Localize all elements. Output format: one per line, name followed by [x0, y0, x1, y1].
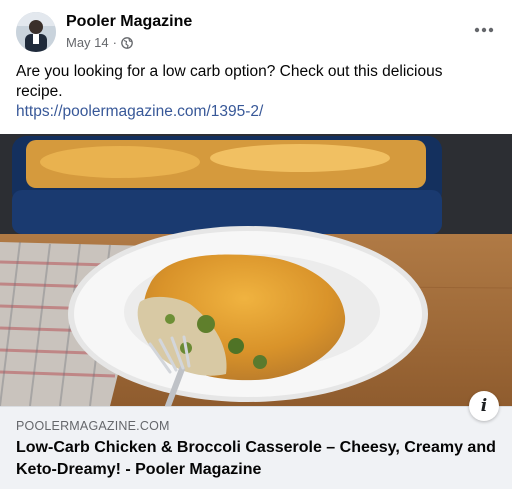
globe-icon	[121, 36, 133, 49]
preview-domain: POOLERMAGAZINE.COM	[16, 419, 170, 433]
more-options-icon[interactable]	[472, 22, 496, 38]
post-meta: May 14 ·	[66, 35, 133, 50]
post-text: Are you looking for a low carb option? C…	[16, 63, 443, 100]
post-link[interactable]: https://poolermagazine.com/1395-2/	[16, 102, 263, 122]
info-icon[interactable]: i	[469, 391, 499, 421]
info-glyph: i	[480, 396, 488, 416]
link-preview[interactable]: POOLERMAGAZINE.COM Low-Carb Chicken & Br…	[0, 406, 512, 489]
post-date[interactable]: May 14	[66, 35, 109, 50]
post-header: Pooler Magazine May 14 ·	[16, 12, 496, 56]
author-name[interactable]: Pooler Magazine	[66, 13, 192, 31]
preview-title[interactable]: Low-Carb Chicken & Broccoli Casserole – …	[16, 437, 496, 481]
meta-separator: ·	[112, 35, 117, 50]
facebook-post: Pooler Magazine May 14 · Are you looking…	[0, 0, 512, 489]
avatar[interactable]	[16, 12, 56, 52]
post-photo[interactable]	[0, 134, 512, 406]
